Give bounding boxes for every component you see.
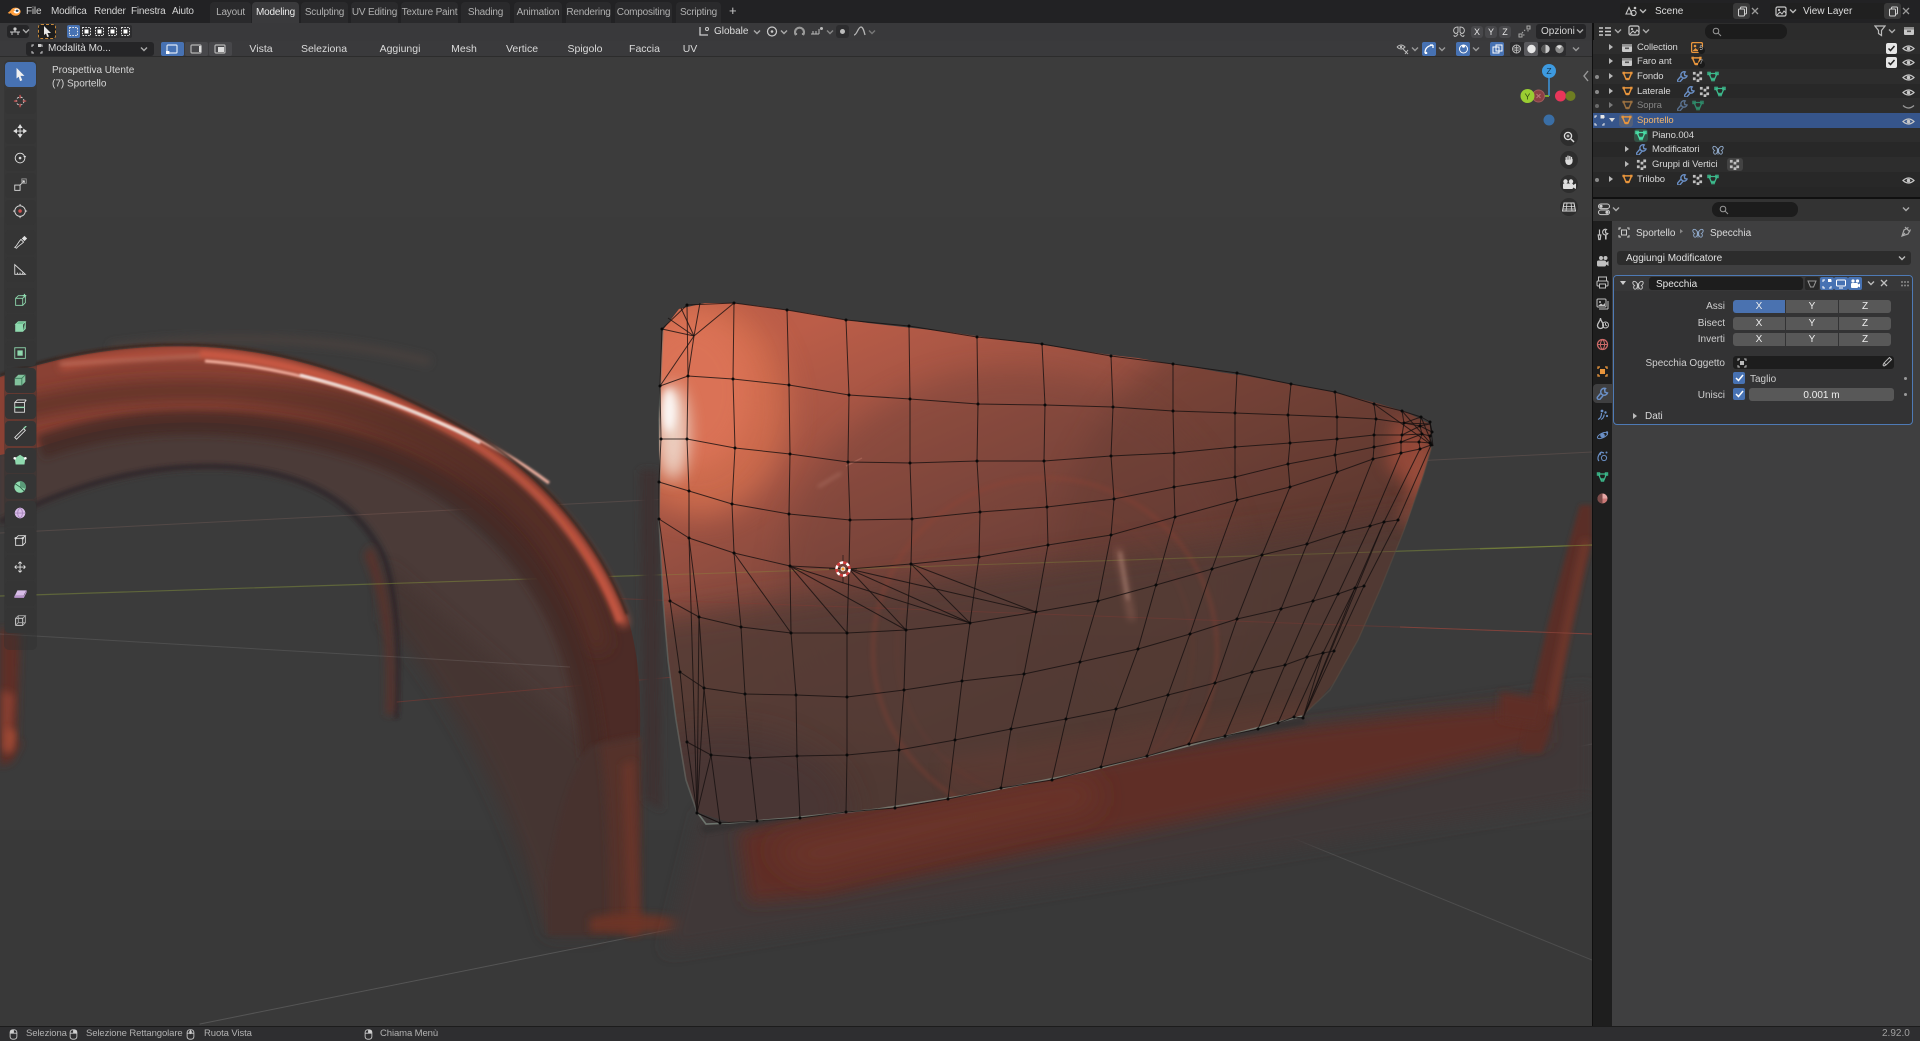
svg-text:(7) Sportello: (7) Sportello: [52, 79, 107, 90]
svg-text:Y: Y: [1525, 92, 1531, 102]
svg-text:Prospettiva Utente: Prospettiva Utente: [52, 65, 135, 76]
svg-text:Z: Z: [1546, 66, 1551, 76]
